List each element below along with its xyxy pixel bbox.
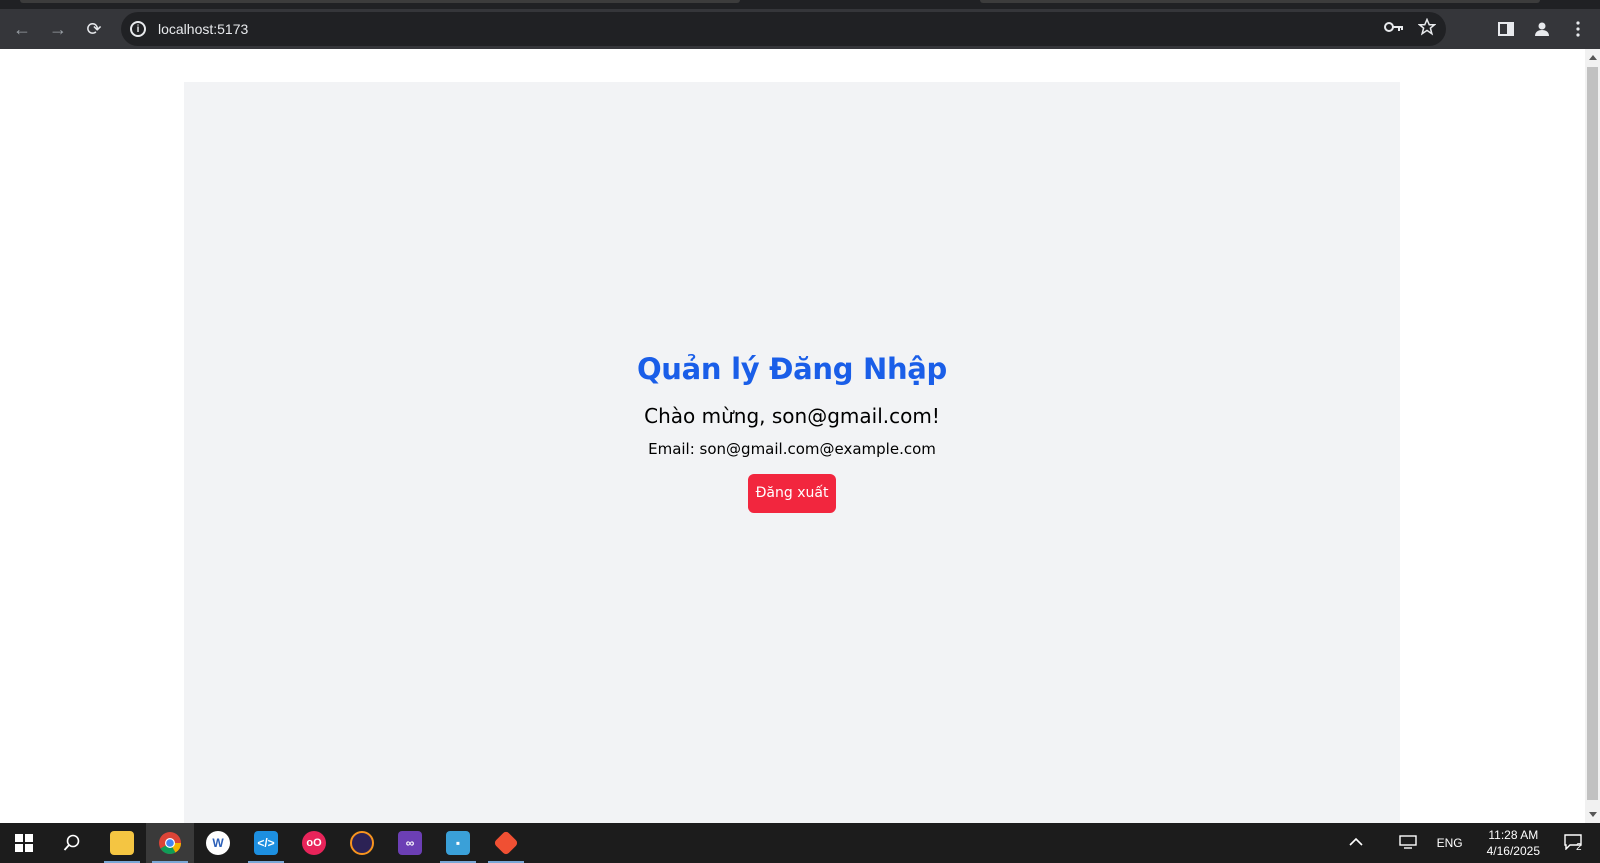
address-bar[interactable]: i localhost:5173 bbox=[121, 12, 1446, 46]
password-key-icon[interactable] bbox=[1384, 20, 1404, 38]
browser-chrome: ← → ⟳ i localhost:5173 bbox=[0, 0, 1600, 49]
taskbar-file-explorer[interactable] bbox=[98, 823, 146, 863]
show-hidden-icons-chevron-icon[interactable] bbox=[1339, 836, 1373, 850]
vscode-icon: </> bbox=[254, 831, 278, 855]
tab-strip bbox=[0, 0, 1600, 9]
page-title: Quản lý Đăng Nhập bbox=[636, 351, 948, 386]
writer-icon: W bbox=[206, 831, 230, 855]
taskbar-eclipse[interactable] bbox=[338, 823, 386, 863]
login-management-card: Quản lý Đăng Nhập Chào mừng, son@gmail.c… bbox=[184, 82, 1400, 823]
taskbar-oo-app[interactable]: oO bbox=[290, 823, 338, 863]
tab[interactable] bbox=[980, 0, 1540, 3]
visual-studio-icon: ∞ bbox=[398, 831, 422, 855]
contacts-icon: ▪ bbox=[446, 831, 470, 855]
windows-logo-icon bbox=[15, 834, 33, 852]
windows-taskbar: W </> oO ∞ ▪ ENG 11:28 AM 4/16/2025 2 bbox=[0, 823, 1600, 863]
oo-app-icon: oO bbox=[302, 831, 326, 855]
language-indicator[interactable]: ENG bbox=[1427, 836, 1473, 850]
card-content: Quản lý Đăng Nhập Chào mừng, son@gmail.c… bbox=[184, 82, 1400, 823]
back-arrow-icon: ← bbox=[13, 18, 31, 39]
notification-center-button[interactable]: 2 bbox=[1554, 833, 1600, 853]
side-panel-icon[interactable] bbox=[1488, 13, 1524, 45]
browser-toolbar: ← → ⟳ i localhost:5173 bbox=[0, 9, 1600, 49]
taskbar-vscode[interactable]: </> bbox=[242, 823, 290, 863]
forward-button[interactable]: → bbox=[40, 13, 76, 45]
folder-icon bbox=[110, 831, 134, 855]
logout-button[interactable]: Đăng xuất bbox=[747, 473, 837, 513]
start-button[interactable] bbox=[0, 823, 48, 863]
vertical-scrollbar[interactable] bbox=[1585, 49, 1600, 823]
taskbar-chrome[interactable] bbox=[146, 823, 194, 863]
reload-button[interactable]: ⟳ bbox=[76, 13, 112, 45]
git-icon bbox=[493, 830, 519, 856]
menu-kebab-icon[interactable] bbox=[1560, 13, 1596, 45]
scroll-up-arrow-icon[interactable] bbox=[1589, 55, 1597, 60]
clock[interactable]: 11:28 AM 4/16/2025 bbox=[1473, 827, 1554, 859]
scroll-thumb[interactable] bbox=[1587, 67, 1598, 800]
forward-arrow-icon: → bbox=[49, 18, 67, 39]
scroll-down-arrow-icon[interactable] bbox=[1589, 812, 1597, 817]
taskbar-wps-writer[interactable]: W bbox=[194, 823, 242, 863]
bookmark-star-icon[interactable] bbox=[1417, 17, 1437, 41]
system-tray: ENG 11:28 AM 4/16/2025 2 bbox=[1339, 823, 1600, 863]
taskbar-contacts-app[interactable]: ▪ bbox=[434, 823, 482, 863]
page-viewport: Quản lý Đăng Nhập Chào mừng, son@gmail.c… bbox=[0, 49, 1585, 823]
site-info-icon[interactable]: i bbox=[130, 21, 146, 37]
user-email: Email: son@gmail.com@example.com bbox=[648, 439, 936, 458]
eclipse-icon bbox=[350, 831, 374, 855]
chrome-icon bbox=[159, 832, 181, 854]
welcome-message: Chào mừng, son@gmail.com! bbox=[644, 403, 940, 428]
search-button[interactable] bbox=[48, 823, 96, 863]
clock-date: 4/16/2025 bbox=[1486, 844, 1540, 858]
taskbar-git-gui[interactable] bbox=[482, 823, 530, 863]
notification-count-badge: 2 bbox=[1576, 841, 1582, 853]
url-text[interactable]: localhost:5173 bbox=[158, 21, 248, 37]
clock-time: 11:28 AM bbox=[1488, 828, 1539, 842]
reload-icon: ⟳ bbox=[86, 18, 102, 39]
profile-icon[interactable] bbox=[1524, 13, 1560, 45]
network-icon[interactable] bbox=[1389, 834, 1427, 852]
search-icon bbox=[63, 834, 80, 851]
back-button[interactable]: ← bbox=[4, 13, 40, 45]
taskbar-visual-studio[interactable]: ∞ bbox=[386, 823, 434, 863]
tab[interactable] bbox=[20, 0, 740, 3]
